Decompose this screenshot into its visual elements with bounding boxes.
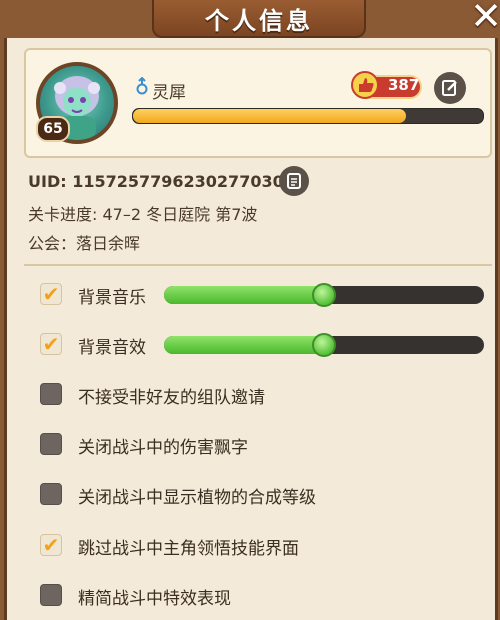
close-icon: ✕ [470, 0, 500, 38]
uid-text: UID: 1157257796230277030 [28, 172, 284, 191]
setting-row[interactable]: 关闭战斗中的伤害飘字 [40, 427, 490, 461]
volume-slider-fill [164, 336, 324, 354]
volume-slider-fill [164, 286, 324, 304]
setting-label: 背景音乐 [78, 288, 146, 308]
setting-label: 背景音效 [78, 338, 146, 358]
setting-checkbox[interactable] [40, 383, 62, 405]
volume-slider[interactable] [164, 333, 484, 357]
likes-count: 387 [388, 76, 420, 94]
page-title: 个人信息 [205, 6, 313, 35]
checkmark-icon: ✔ [42, 332, 60, 356]
divider [24, 264, 492, 266]
setting-checkbox[interactable] [40, 584, 62, 606]
stage-progress-text: 关卡进度: 47–2 冬日庭院 第7波 [28, 205, 258, 224]
setting-row[interactable]: ✔ 背景音效 [40, 327, 490, 361]
setting-row[interactable]: ✔ 跳过战斗中主角领悟技能界面 [40, 528, 490, 562]
setting-checkbox[interactable]: ✔ [40, 283, 62, 305]
level-badge: 65 [36, 116, 70, 142]
setting-checkbox[interactable] [40, 483, 62, 505]
setting-label: 关闭战斗中的伤害飘字 [78, 438, 248, 458]
guild-text: 公会：落日余晖 [28, 234, 141, 253]
setting-checkbox[interactable] [40, 433, 62, 455]
setting-label: 关闭战斗中显示植物的合成等级 [78, 488, 316, 508]
gender-icon [136, 77, 148, 95]
setting-row[interactable]: 关闭战斗中显示植物的合成等级 [40, 477, 490, 511]
profile-card [24, 48, 492, 158]
volume-slider[interactable] [164, 283, 484, 307]
volume-slider-knob[interactable] [312, 333, 336, 357]
setting-label: 跳过战斗中主角领悟技能界面 [78, 539, 299, 559]
edit-button[interactable] [434, 72, 466, 104]
setting-row[interactable]: 精简战斗中特效表现 [40, 578, 490, 612]
setting-label: 不接受非好友的组队邀请 [78, 388, 265, 408]
volume-slider-knob[interactable] [312, 283, 336, 307]
copy-icon [287, 173, 301, 189]
player-name: 灵犀 [152, 83, 186, 103]
experience-bar [132, 108, 484, 124]
setting-row[interactable]: 不接受非好友的组队邀请 [40, 377, 490, 411]
thumbs-up-icon [351, 71, 379, 99]
experience-bar-fill [133, 109, 406, 123]
setting-label: 精简战斗中特效表现 [78, 589, 231, 609]
copy-uid-button[interactable] [279, 166, 309, 196]
checkmark-icon: ✔ [42, 282, 60, 306]
checkmark-icon: ✔ [42, 533, 60, 557]
close-button[interactable]: ✕ [466, 0, 500, 38]
title-banner: 个人信息 [152, 0, 366, 38]
setting-checkbox[interactable]: ✔ [40, 333, 62, 355]
setting-row[interactable]: ✔ 背景音乐 [40, 277, 490, 311]
edit-icon [442, 80, 457, 96]
setting-checkbox[interactable]: ✔ [40, 534, 62, 556]
level-text: 65 [43, 121, 63, 137]
